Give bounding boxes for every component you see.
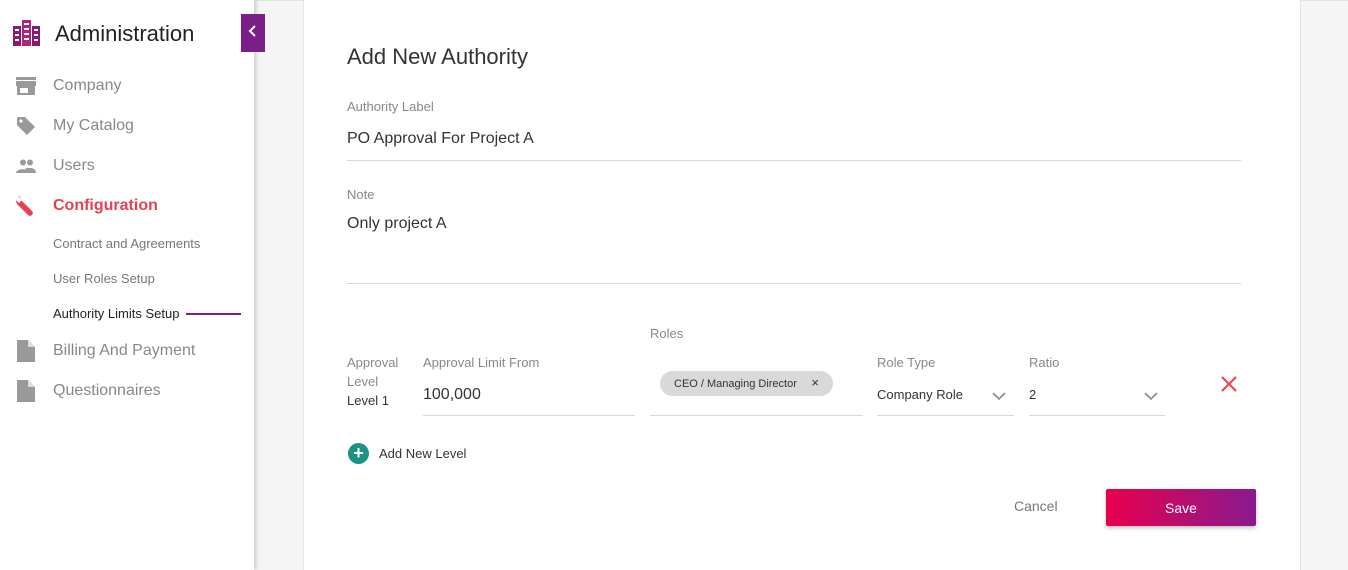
document-icon — [15, 340, 37, 362]
admin-building-icon — [13, 20, 40, 46]
approval-level-caption-line2: Level — [347, 374, 379, 389]
roles-caption: Roles — [650, 326, 684, 341]
sub-item-user-roles-setup[interactable]: User Roles Setup — [53, 271, 155, 287]
approval-level-value: Level 1 — [347, 393, 389, 408]
approval-level-caption-line1: Approval — [347, 355, 399, 370]
chevron-left-icon — [248, 24, 258, 42]
approval-limit-input[interactable]: 100,000 — [423, 386, 481, 404]
delete-level-close-icon[interactable] — [1219, 374, 1239, 394]
role-type-select[interactable]: Company Role — [877, 387, 963, 402]
sidebar-item-label: Company — [53, 77, 122, 94]
note-underline — [347, 283, 1241, 284]
sidebar-item-billing-and-payment[interactable]: Billing And Payment — [15, 339, 195, 363]
sidebar-item-questionnaires[interactable]: Questionnaires — [15, 379, 161, 403]
ratio-select[interactable]: 2 — [1029, 387, 1036, 402]
ratio-underline — [1029, 415, 1165, 416]
role-chip: CEO / Managing Director × — [660, 371, 833, 396]
save-button[interactable]: Save — [1106, 489, 1256, 526]
sub-item-contract-and-agreements[interactable]: Contract and Agreements — [53, 236, 200, 252]
approval-limit-caption: Approval Limit From — [423, 355, 540, 370]
sidebar-item-label: My Catalog — [53, 117, 134, 134]
approval-limit-underline — [423, 415, 635, 416]
note-textarea[interactable]: Only project A — [347, 215, 447, 233]
role-chip-label: CEO / Managing Director — [674, 377, 797, 390]
collapse-sidebar-button[interactable] — [241, 14, 265, 52]
sidebar-item-my-catalog[interactable]: My Catalog — [15, 114, 134, 138]
authority-label-underline — [347, 160, 1241, 161]
users-icon — [15, 155, 37, 177]
store-icon — [15, 75, 37, 97]
authority-label-input[interactable]: PO Approval For Project A — [347, 130, 534, 148]
sidebar: Administration Company My Catalog Users … — [0, 0, 254, 570]
add-new-level-label: Add New Level — [379, 446, 467, 461]
sidebar-item-label: Configuration — [53, 197, 158, 214]
sidebar-item-label: Billing And Payment — [53, 342, 196, 359]
role-type-caption: Role Type — [877, 355, 936, 370]
brand: Administration — [13, 20, 194, 46]
wrench-icon — [15, 195, 37, 217]
sidebar-title: Administration — [55, 21, 195, 46]
role-type-underline — [877, 415, 1014, 416]
main-panel — [303, 0, 1301, 570]
ratio-caption: Ratio — [1029, 355, 1060, 370]
plus-circle-icon: + — [348, 443, 369, 464]
document-icon — [15, 380, 37, 402]
note-caption: Note — [347, 187, 375, 202]
add-new-level-button[interactable]: + Add New Level — [348, 443, 466, 464]
cancel-button[interactable]: Cancel — [1014, 498, 1058, 514]
chevron-down-icon[interactable] — [1144, 389, 1158, 403]
tag-icon — [15, 115, 37, 137]
chevron-down-icon[interactable] — [992, 389, 1006, 403]
sub-item-authority-limits-setup[interactable]: Authority Limits Setup — [53, 306, 179, 322]
sidebar-item-users[interactable]: Users — [15, 154, 95, 178]
page-title: Add New Authority — [347, 44, 528, 69]
remove-role-icon[interactable]: × — [811, 376, 819, 390]
roles-underline — [650, 415, 863, 416]
authority-label-caption: Authority Label — [347, 99, 434, 114]
sidebar-item-label: Users — [53, 157, 95, 174]
sidebar-item-company[interactable]: Company — [15, 74, 121, 98]
active-sub-item-indicator — [186, 313, 241, 315]
sidebar-item-configuration[interactable]: Configuration — [15, 194, 158, 218]
sidebar-item-label: Questionnaires — [53, 382, 161, 399]
